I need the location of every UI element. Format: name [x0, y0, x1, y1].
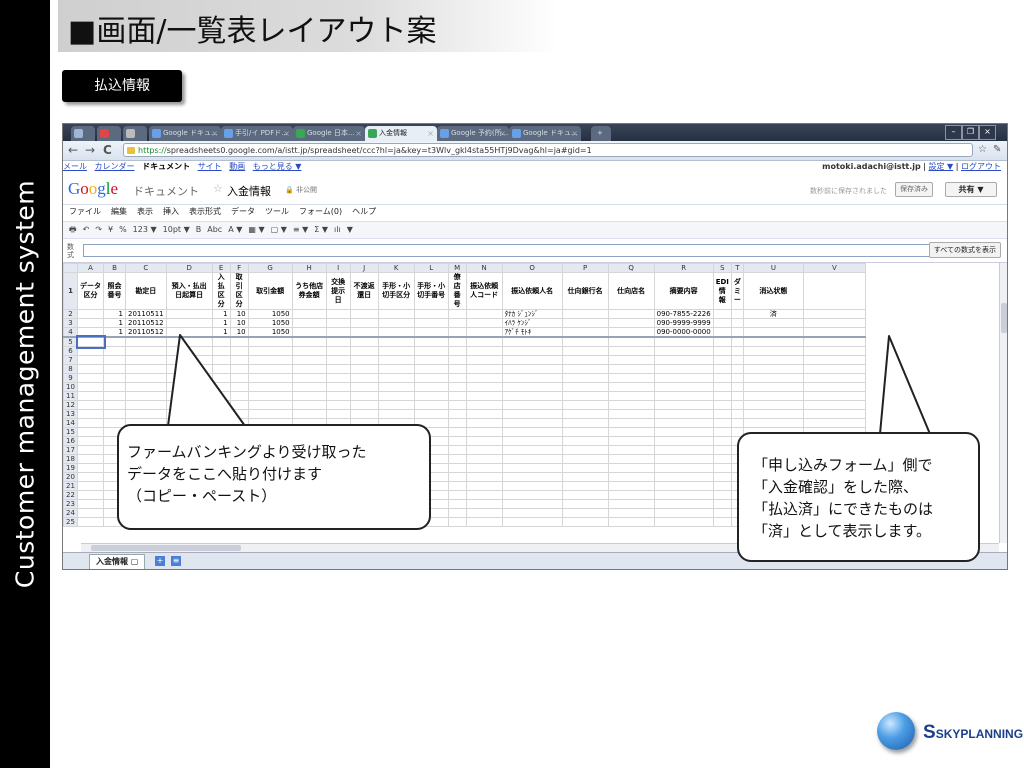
right-callout-pointer [879, 335, 931, 435]
callout-line: データをここへ貼り付けます [127, 465, 323, 483]
callout-line: ファームバンキングより受け取った [127, 443, 367, 461]
callout-pointers [167, 334, 931, 436]
globe-icon [877, 712, 915, 750]
callout-line: 「申し込みフォーム」側で [753, 456, 933, 474]
left-callout-pointer [167, 334, 246, 427]
callout-status-explained: 「申し込みフォーム」側で 「入金確認」をした際、 「払込済」にできたものは 「済… [737, 432, 980, 562]
callout-paste-data: ファームバンキングより受け取った データをここへ貼り付けます （コピー・ペースト… [117, 424, 431, 530]
callout-line: （コピー・ペースト） [127, 487, 277, 505]
callout-line: 「払込済」にできたものは [753, 500, 934, 518]
logo-initial: S [923, 722, 936, 743]
logo-text: SSKYPLANNING [923, 722, 1023, 744]
logo-name: SKYPLANNING [935, 727, 1024, 741]
callout-line: 「済」として表示します。 [753, 522, 932, 540]
company-logo: SSKYPLANNING [873, 712, 1023, 756]
callout-line: 「入金確認」をした際、 [753, 478, 919, 496]
